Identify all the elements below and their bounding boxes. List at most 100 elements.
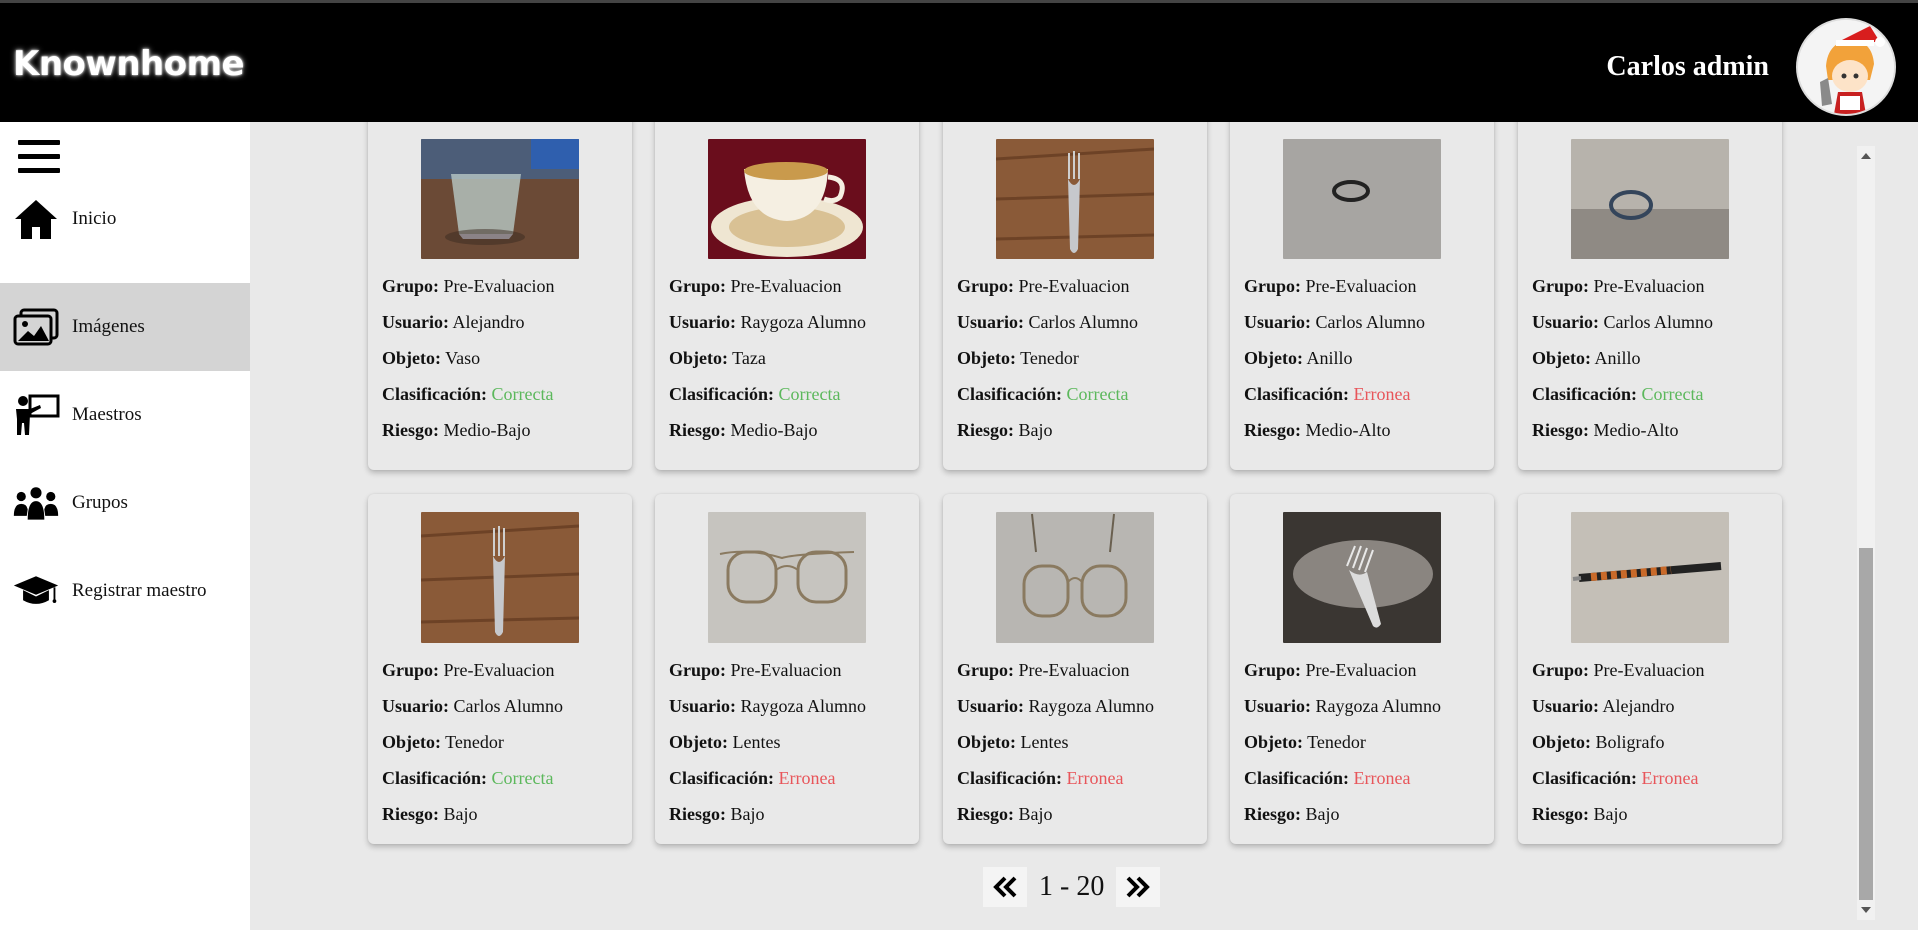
card-clasificacion: Clasificación: Correcta	[669, 384, 841, 404]
user-name: Carlos admin	[1606, 51, 1769, 82]
sidebar-item-inicio[interactable]: Inicio	[0, 175, 250, 263]
card-usuario: Usuario: Carlos Alumno	[1532, 312, 1714, 332]
sidebar-item-label: Imágenes	[72, 316, 145, 337]
card-image[interactable]	[1571, 512, 1729, 643]
image-card[interactable]: Grupo: Pre-Evaluacion Usuario: Carlos Al…	[943, 122, 1207, 470]
card-grupo: Grupo: Pre-Evaluacion	[1244, 660, 1417, 680]
main-content: Grupo: Pre-Evaluacion Usuario: Alejandro…	[250, 122, 1918, 930]
card-image[interactable]	[708, 139, 866, 259]
image-card[interactable]: Grupo: Pre-Evaluacion Usuario: Raygoza A…	[655, 122, 919, 470]
card-objeto: Objeto: Anillo	[1532, 348, 1641, 368]
card-grupo: Grupo: Pre-Evaluacion	[957, 660, 1130, 680]
double-chevron-left-icon[interactable]	[983, 867, 1027, 907]
graduation-cap-icon	[12, 567, 60, 615]
card-riesgo: Riesgo: Medio-Bajo	[669, 420, 818, 440]
card-grupo: Grupo: Pre-Evaluacion	[1532, 276, 1705, 296]
card-clasificacion: Clasificación: Erronea	[669, 768, 836, 788]
card-objeto: Objeto: Taza	[669, 348, 766, 368]
card-riesgo: Riesgo: Bajo	[1244, 804, 1340, 824]
double-chevron-right-icon[interactable]	[1116, 867, 1161, 907]
card-riesgo: Riesgo: Bajo	[669, 804, 765, 824]
card-objeto: Objeto: Tenedor	[1244, 732, 1366, 752]
avatar-image	[1798, 20, 1894, 114]
card-riesgo: Riesgo: Bajo	[957, 804, 1053, 824]
card-objeto: Objeto: Vaso	[382, 348, 481, 368]
card-objeto: Objeto: Lentes	[957, 732, 1069, 752]
card-clasificacion: Clasificación: Correcta	[382, 384, 554, 404]
card-clasificacion: Clasificación: Erronea	[1244, 768, 1411, 788]
card-grupo: Grupo: Pre-Evaluacion	[382, 276, 555, 296]
card-usuario: Usuario: Alejandro	[382, 312, 525, 332]
card-image[interactable]	[421, 139, 579, 259]
home-icon	[12, 195, 60, 243]
sidebar-item-registrar-maestro[interactable]: Registrar maestro	[0, 547, 250, 635]
card-usuario: Usuario: Raygoza Alumno	[669, 696, 866, 716]
card-usuario: Usuario: Alejandro	[1532, 696, 1675, 716]
card-grupo: Grupo: Pre-Evaluacion	[669, 660, 842, 680]
card-image[interactable]	[996, 512, 1154, 643]
card-usuario: Usuario: Raygoza Alumno	[957, 696, 1154, 716]
image-card[interactable]: Grupo: Pre-Evaluacion Usuario: Alejandro…	[1518, 494, 1782, 844]
card-clasificacion: Clasificación: Erronea	[957, 768, 1124, 788]
card-image[interactable]	[1283, 512, 1441, 643]
card-clasificacion: Clasificación: Correcta	[957, 384, 1129, 404]
scrollbar-thumb[interactable]	[1859, 548, 1873, 900]
card-riesgo: Riesgo: Medio-Alto	[1244, 420, 1391, 440]
card-image[interactable]	[708, 512, 866, 643]
avatar[interactable]	[1796, 18, 1896, 116]
image-card[interactable]: Grupo: Pre-Evaluacion Usuario: Raygoza A…	[655, 494, 919, 844]
card-clasificacion: Clasificación: Erronea	[1532, 768, 1699, 788]
card-objeto: Objeto: Tenedor	[382, 732, 504, 752]
scroll-down-icon[interactable]	[1861, 907, 1871, 913]
hamburger-menu-icon[interactable]	[18, 140, 60, 176]
sidebar-item-label: Registrar maestro	[72, 580, 207, 601]
card-grupo: Grupo: Pre-Evaluacion	[957, 276, 1130, 296]
card-riesgo: Riesgo: Bajo	[382, 804, 478, 824]
card-clasificacion: Clasificación: Erronea	[1244, 384, 1411, 404]
card-riesgo: Riesgo: Bajo	[957, 420, 1053, 440]
card-grupo: Grupo: Pre-Evaluacion	[1532, 660, 1705, 680]
image-card[interactable]: Grupo: Pre-Evaluacion Usuario: Alejandro…	[368, 122, 632, 470]
page-range: 1 - 20	[1039, 871, 1105, 902]
card-grupo: Grupo: Pre-Evaluacion	[1244, 276, 1417, 296]
card-usuario: Usuario: Carlos Alumno	[1244, 312, 1426, 332]
group-icon	[12, 479, 60, 527]
card-objeto: Objeto: Tenedor	[957, 348, 1079, 368]
sidebar-item-label: Grupos	[72, 492, 128, 513]
card-objeto: Objeto: Lentes	[669, 732, 781, 752]
card-riesgo: Riesgo: Medio-Bajo	[382, 420, 531, 440]
card-riesgo: Riesgo: Bajo	[1532, 804, 1628, 824]
card-image[interactable]	[421, 512, 579, 643]
card-objeto: Objeto: Boligrafo	[1532, 732, 1665, 752]
card-clasificacion: Clasificación: Correcta	[1532, 384, 1704, 404]
card-usuario: Usuario: Raygoza Alumno	[1244, 696, 1441, 716]
image-card[interactable]: Grupo: Pre-Evaluacion Usuario: Carlos Al…	[1518, 122, 1782, 470]
sidebar: Inicio Imágenes Maestros Grupos Registra…	[0, 122, 250, 930]
card-usuario: Usuario: Raygoza Alumno	[669, 312, 866, 332]
scroll-up-icon[interactable]	[1861, 153, 1871, 159]
card-grupo: Grupo: Pre-Evaluacion	[382, 660, 555, 680]
card-image[interactable]	[1571, 139, 1729, 259]
card-usuario: Usuario: Carlos Alumno	[957, 312, 1139, 332]
image-card[interactable]: Grupo: Pre-Evaluacion Usuario: Raygoza A…	[943, 494, 1207, 844]
sidebar-item-imagenes[interactable]: Imágenes	[0, 283, 250, 371]
card-clasificacion: Clasificación: Correcta	[382, 768, 554, 788]
brand-logo[interactable]: Knownhome	[13, 44, 245, 84]
image-card[interactable]: Grupo: Pre-Evaluacion Usuario: Carlos Al…	[1230, 122, 1494, 470]
top-bar: Knownhome Carlos admin	[0, 0, 1918, 122]
card-objeto: Objeto: Anillo	[1244, 348, 1353, 368]
image-card[interactable]: Grupo: Pre-Evaluacion Usuario: Carlos Al…	[368, 494, 632, 844]
images-icon	[12, 303, 60, 351]
card-grupo: Grupo: Pre-Evaluacion	[669, 276, 842, 296]
sidebar-item-label: Maestros	[72, 404, 142, 425]
pagination: 1 - 20	[983, 866, 1161, 908]
vertical-scrollbar[interactable]	[1857, 146, 1875, 920]
sidebar-item-grupos[interactable]: Grupos	[0, 459, 250, 547]
image-card[interactable]: Grupo: Pre-Evaluacion Usuario: Raygoza A…	[1230, 494, 1494, 844]
card-usuario: Usuario: Carlos Alumno	[382, 696, 564, 716]
card-image[interactable]	[996, 139, 1154, 259]
card-image[interactable]	[1283, 139, 1441, 259]
sidebar-item-maestros[interactable]: Maestros	[0, 371, 250, 459]
teacher-icon	[12, 391, 60, 439]
sidebar-item-label: Inicio	[72, 208, 117, 229]
